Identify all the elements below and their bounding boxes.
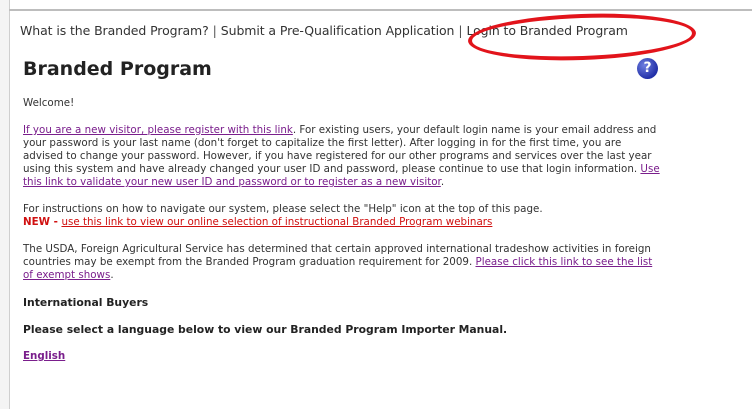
instructions-text: For instructions on how to navigate our … — [23, 203, 543, 215]
left-gutter — [0, 0, 10, 409]
top-divider — [9, 9, 752, 11]
language-link-english[interactable]: English — [23, 350, 663, 363]
help-question-icon[interactable]: ? — [637, 58, 658, 79]
red-highlight-ellipse — [467, 10, 697, 64]
new-badge: NEW — [23, 216, 51, 228]
new-dash: - — [50, 216, 62, 228]
international-buyers-heading: International Buyers — [23, 296, 149, 309]
webinars-link[interactable]: use this link to view our online selecti… — [61, 216, 492, 228]
intro-paragraph: If you are a new visitor, please registe… — [23, 124, 663, 189]
nav-separator: | — [212, 23, 217, 38]
usda-text-end: . — [110, 269, 114, 281]
nav-what-is-branded-program[interactable]: What is the Branded Program? — [20, 23, 209, 38]
browser-page: What is the Branded Program? | Submit a Pr… — [0, 0, 752, 409]
usda-paragraph: The USDA, Foreign Agricultural Service h… — [23, 243, 663, 282]
intro-text-end: . — [440, 176, 445, 188]
language-prompt: Please select a language below to view o… — [23, 323, 508, 336]
page-title: Branded Program — [23, 58, 212, 80]
register-new-visitor-link[interactable]: If you are a new visitor, please registe… — [23, 124, 293, 136]
instructions-paragraph: For instructions on how to navigate our … — [23, 203, 663, 229]
welcome-text: Welcome! — [23, 97, 75, 109]
language-link-cutoff — [23, 363, 663, 367]
nav-separator: | — [458, 23, 463, 38]
nav-submit-prequalification[interactable]: Submit a Pre-Qualification Application — [221, 23, 455, 38]
main-content: Welcome! If you are a new visitor, pleas… — [23, 97, 663, 367]
